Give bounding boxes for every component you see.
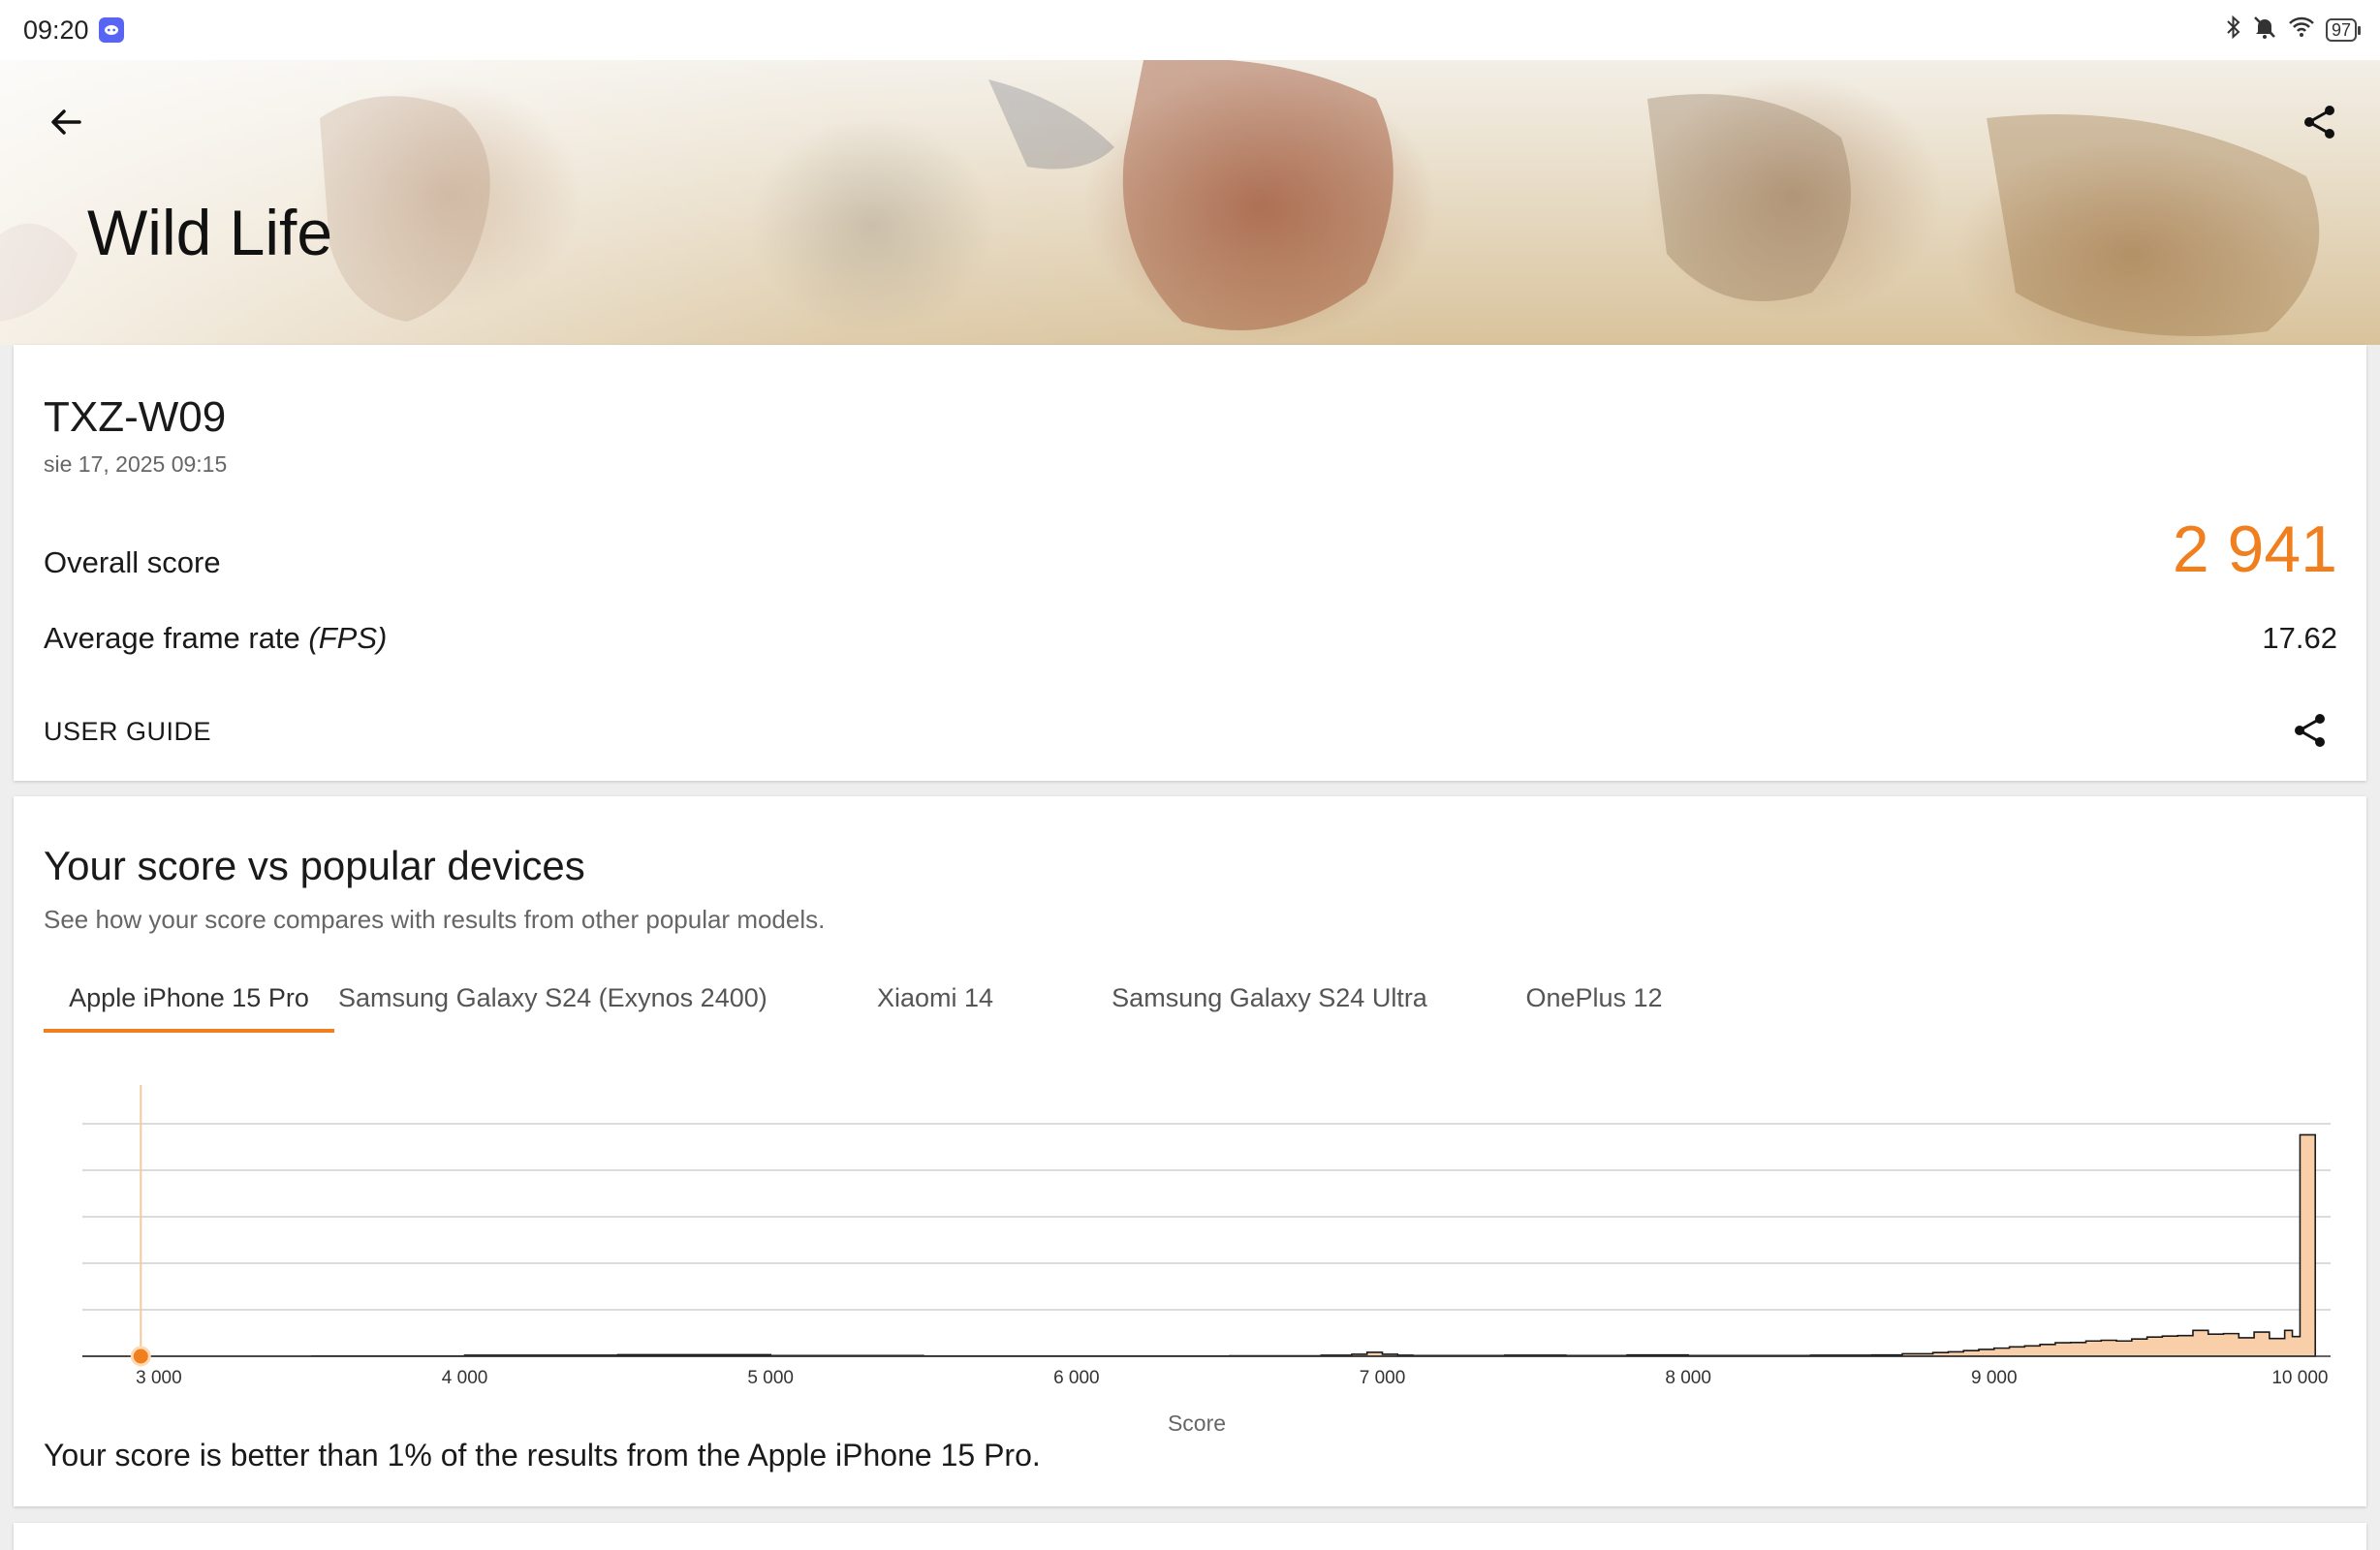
- fps-value: 17.62: [2262, 621, 2337, 655]
- tab-samsung-galaxy-s24-exynos[interactable]: Samsung Galaxy S24 (Exynos 2400): [338, 975, 767, 1033]
- overall-score-value: 2 941: [2172, 512, 2337, 586]
- x-tick-label: 3 000: [136, 1368, 182, 1388]
- mute-icon: [2252, 15, 2277, 46]
- overall-score-label: Overall score: [44, 545, 221, 579]
- active-tab-indicator: [44, 1029, 334, 1033]
- x-axis-title: Score: [1167, 1410, 1227, 1436]
- arrow-left-icon: [51, 109, 81, 135]
- user-score-marker: [130, 1346, 151, 1367]
- fps-unit: (FPS): [308, 621, 388, 655]
- tab-label: Samsung Galaxy S24 (Exynos 2400): [338, 983, 767, 1012]
- discord-icon: [98, 17, 124, 43]
- x-tick-label: 10 000: [2271, 1368, 2328, 1388]
- tab-label: OnePlus 12: [1525, 983, 1663, 1012]
- battery-icon: 97: [2325, 18, 2362, 42]
- fps-label-text: Average frame rate: [44, 621, 309, 655]
- x-tick-label: 5 000: [747, 1368, 794, 1388]
- back-button[interactable]: [39, 95, 93, 149]
- header-share-button[interactable]: [2293, 95, 2347, 149]
- compare-footer: Your score is better than 1% of the resu…: [44, 1438, 1041, 1472]
- wifi-icon: [2287, 15, 2316, 46]
- status-right: 97: [2225, 15, 2362, 46]
- x-tick-label: 8 000: [1665, 1368, 1711, 1388]
- result-date: sie 17, 2025 09:15: [44, 451, 228, 477]
- status-left: 09:20: [23, 16, 124, 46]
- x-tick-label: 6 000: [1053, 1368, 1100, 1388]
- compare-card: Your score vs popular devices See how yo…: [14, 796, 2366, 1506]
- compare-subtitle: See how your score compares with results…: [44, 905, 826, 934]
- histogram-svg: 3 000 4 000 5 000 6 000 7 000 8 000 9 000 10 00…: [82, 1085, 2331, 1388]
- device-tabs: Apple iPhone 15 Pro Samsung Galaxy S24 (…: [44, 975, 1788, 1033]
- page-title: Wild Life: [87, 197, 333, 268]
- share-icon: [2295, 714, 2325, 747]
- tab-label: Xiaomi 14: [876, 983, 994, 1012]
- share-icon: [2304, 106, 2334, 139]
- result-share-button[interactable]: [2283, 703, 2337, 758]
- tab-oneplus-12[interactable]: OnePlus 12: [1497, 975, 1691, 1033]
- tab-label: Apple iPhone 15 Pro: [69, 983, 309, 1012]
- next-card: [14, 1523, 2366, 1550]
- histogram-area: [82, 1133, 2317, 1357]
- hero-fade: [0, 60, 2380, 345]
- tab-label: Samsung Galaxy S24 Ultra: [1112, 983, 1427, 1012]
- tab-samsung-galaxy-s24-ultra[interactable]: Samsung Galaxy S24 Ultra: [1100, 975, 1439, 1033]
- bluetooth-icon: [2225, 15, 2242, 46]
- battery-level: 97: [2331, 19, 2351, 40]
- user-guide-button[interactable]: USER GUIDE: [44, 717, 211, 747]
- x-tick-label: 7 000: [1360, 1368, 1406, 1388]
- score-distribution-chart: 3 000 4 000 5 000 6 000 7 000 8 000 9 000 10 00…: [44, 1081, 2350, 1449]
- tab-apple-iphone-15-pro[interactable]: Apple iPhone 15 Pro: [44, 975, 334, 1033]
- result-card: TXZ-W09 sie 17, 2025 09:15 Overall score…: [14, 345, 2366, 781]
- status-time: 09:20: [23, 15, 89, 45]
- device-name: TXZ-W09: [44, 393, 227, 441]
- fps-label: Average frame rate (FPS): [44, 621, 387, 656]
- status-bar: 09:20 97: [0, 0, 2380, 60]
- x-tick-label: 9 000: [1971, 1368, 2018, 1388]
- compare-title: Your score vs popular devices: [44, 843, 585, 888]
- tab-xiaomi-14[interactable]: Xiaomi 14: [838, 975, 1032, 1033]
- x-tick-label: 4 000: [442, 1368, 488, 1388]
- hero-banner: Wild Life: [0, 60, 2380, 345]
